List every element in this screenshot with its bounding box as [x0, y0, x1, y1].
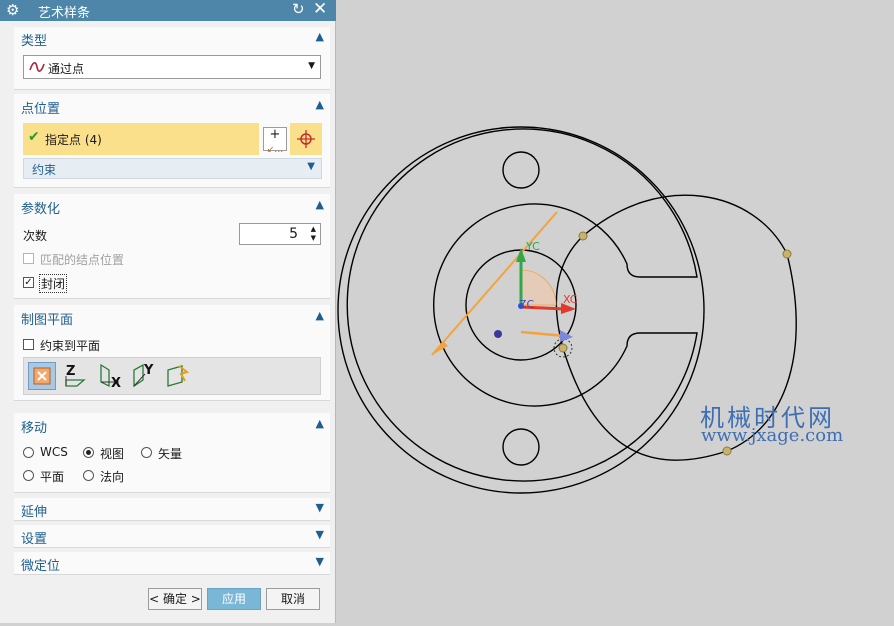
cancel-button[interactable]: 取消 — [266, 588, 320, 610]
type-section-header[interactable]: 类型 — [21, 30, 47, 49]
match-knots-checkbox[interactable] — [23, 253, 34, 264]
constraint-label: 约束 — [32, 163, 57, 177]
art-spline-dialog: ⚙ 艺术样条 ↻ ✕ 类型 ▲ 通过点 ▼ 点位置 ▲ ✔ 指定点 (4) + ↙… — [0, 0, 336, 623]
plane-section-header[interactable]: 制图平面 — [21, 309, 73, 328]
close-icon[interactable]: ✕ — [313, 0, 327, 19]
gear-icon[interactable]: ⚙ — [6, 1, 19, 19]
specify-point-label: 指定点 (4) — [45, 133, 102, 147]
type-select-value: 通过点 — [48, 62, 85, 76]
degree-value: 5 — [289, 226, 298, 242]
spline-icon — [29, 62, 45, 72]
view-plane-icon — [33, 367, 51, 385]
radio-view[interactable] — [83, 447, 94, 458]
settings-section[interactable]: 设置 ▼ — [14, 525, 330, 548]
type-select[interactable]: 通过点 ▼ — [23, 55, 321, 79]
y-plane-icon: Y — [133, 363, 154, 388]
drawing-plane-section: 制图平面 ▲ 约束到平面 Z X Y — [14, 305, 330, 401]
bottom-hole[interactable] — [502, 428, 540, 466]
type-section: 类型 ▲ 通过点 ▼ — [14, 27, 330, 90]
chevron-down-icon: ▼ — [307, 161, 315, 172]
dropdown-arrow-icon: ▼ — [308, 61, 315, 71]
apply-button[interactable]: 应用 — [207, 588, 261, 610]
point-section: 点位置 ▲ ✔ 指定点 (4) + ↙… 约束 ▼ — [14, 94, 330, 188]
param-section-header[interactable]: 参数化 — [21, 198, 60, 217]
constrain-to-plane-label: 约束到平面 — [40, 339, 101, 353]
radio-view-label: 视图 — [100, 447, 125, 461]
radio-plane[interactable] — [23, 470, 34, 481]
closed-checkbox[interactable]: ✓ — [23, 277, 34, 288]
xz-plane-button[interactable]: Y — [130, 362, 158, 390]
fine-section-header: 微定位 — [21, 559, 61, 574]
chevron-down-icon: ▼ — [315, 555, 324, 568]
radio-vector-label: 矢量 — [158, 447, 183, 461]
yz-plane-button[interactable]: X — [96, 362, 124, 391]
move-section: 移动 ▲ WCS 视图 矢量 平面 法向 — [14, 413, 330, 493]
spline-point[interactable] — [782, 249, 792, 259]
radio-wcs[interactable] — [23, 447, 34, 458]
radio-normal-label: 法向 — [100, 470, 125, 484]
xc-label: XC — [563, 293, 578, 306]
view-plane-button[interactable] — [28, 362, 56, 390]
radio-wcs-label: WCS — [40, 445, 68, 459]
dynamic-csys: YC XC ZC — [431, 211, 578, 356]
dialog-titlebar: ⚙ 艺术样条 ↻ ✕ — [0, 0, 336, 21]
parameterization-section: 参数化 ▲ 次数 5 ▲ ▼ 匹配的结点位置 ✓ 封闭 — [14, 194, 330, 299]
inferred-point-button[interactable] — [290, 123, 322, 155]
crosshair-icon — [297, 130, 315, 148]
xy-plane-button[interactable]: Z — [62, 362, 90, 390]
specify-point-row[interactable]: ✔ 指定点 (4) — [23, 123, 259, 155]
origin-handle[interactable] — [494, 330, 502, 338]
chevron-down-icon: ▼ — [315, 528, 324, 541]
custom-plane-button[interactable] — [164, 362, 192, 390]
chevron-up-icon[interactable]: ▲ — [316, 198, 324, 211]
settings-section-header: 设置 — [21, 532, 48, 547]
constraint-subsection[interactable]: 约束 ▼ — [23, 158, 322, 179]
plane-toolbar: Z X Y — [23, 357, 321, 395]
reset-icon[interactable]: ↻ — [292, 0, 305, 18]
top-hole[interactable] — [502, 151, 540, 189]
constrain-to-plane-checkbox[interactable] — [23, 339, 34, 350]
graphics-viewport[interactable]: YC XC ZC 机械时代网 www.jxage.com — [336, 0, 894, 623]
chevron-up-icon[interactable]: ▲ — [316, 309, 324, 322]
yc-label: YC — [525, 240, 540, 253]
x-plane-icon: X — [100, 363, 121, 391]
radio-normal[interactable] — [83, 470, 94, 481]
extend-section[interactable]: 延伸 ▼ — [14, 498, 330, 521]
spline-point[interactable] — [578, 231, 588, 241]
dialog-title: 艺术样条 — [38, 6, 91, 21]
watermark-url: www.jxage.com — [701, 425, 844, 446]
extend-section-header: 延伸 — [21, 505, 48, 520]
z-label: Z — [66, 364, 75, 379]
closed-label: 封闭 — [39, 274, 68, 293]
radio-vector[interactable] — [141, 447, 152, 458]
check-icon: ✔ — [28, 129, 40, 145]
cad-geometry: YC XC ZC — [337, 126, 797, 494]
chevron-up-icon[interactable]: ▲ — [316, 417, 324, 430]
plus-icon: + — [269, 127, 281, 142]
spline-point[interactable] — [558, 343, 568, 353]
z-plane-icon: Z — [65, 364, 86, 387]
chevron-down-icon: ▼ — [315, 501, 324, 514]
match-knots-label: 匹配的结点位置 — [40, 253, 125, 267]
x-label: X — [111, 376, 121, 388]
degree-label: 次数 — [23, 229, 48, 243]
spline-point[interactable] — [722, 446, 732, 456]
ok-button[interactable]: < 确定 > — [148, 588, 202, 610]
move-section-header[interactable]: 移动 — [21, 417, 47, 436]
fine-positioning-section[interactable]: 微定位 ▼ — [14, 552, 330, 575]
point-dialog-button[interactable]: + ↙… — [263, 127, 287, 155]
point-section-header[interactable]: 点位置 — [21, 98, 60, 117]
chevron-up-icon[interactable]: ▲ — [316, 30, 324, 43]
degree-spinner[interactable]: 5 ▲ ▼ — [239, 223, 321, 245]
chevron-up-icon[interactable]: ▲ — [316, 98, 324, 111]
zc-label: ZC — [519, 298, 535, 311]
plane-dialog-icon — [167, 365, 190, 387]
spinner-arrows-icon[interactable]: ▲ ▼ — [311, 225, 316, 243]
radio-plane-label: 平面 — [40, 470, 65, 484]
y-label: Y — [143, 363, 154, 378]
